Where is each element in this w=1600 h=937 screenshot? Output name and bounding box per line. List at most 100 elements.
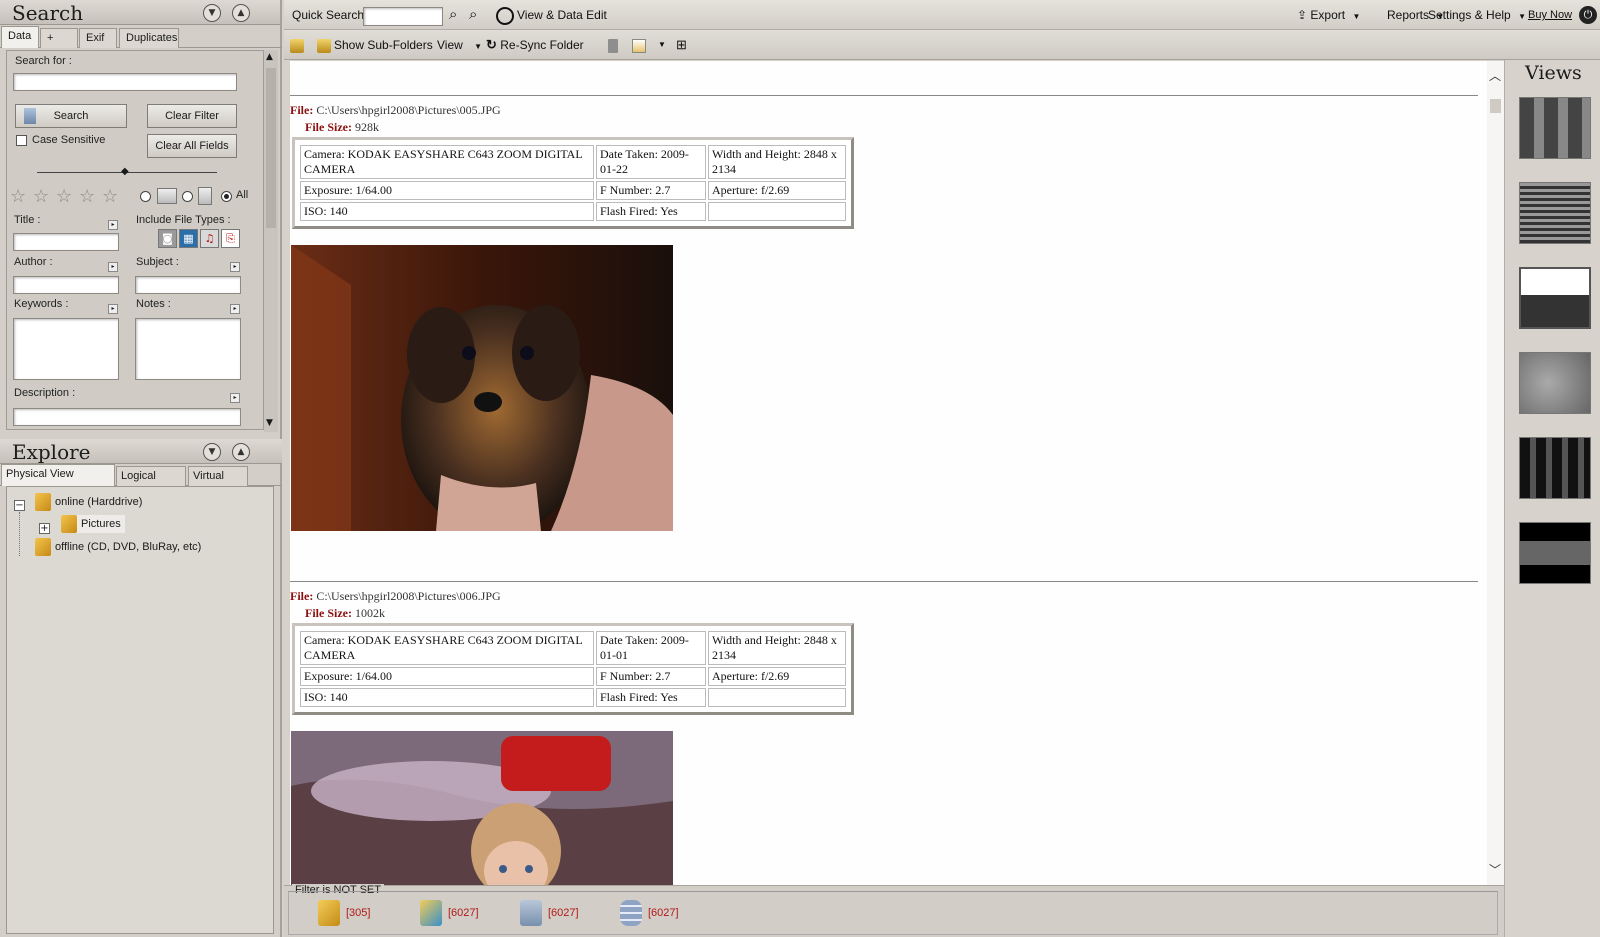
folder-count[interactable]: [305] [318,898,370,928]
settings-help-menu[interactable]: Settings & Help ▼ [1428,0,1526,32]
collapse-up-icon[interactable]: ▲ [232,443,250,461]
title-expand-icon[interactable]: ▸ [108,220,118,230]
notes-expand-icon[interactable]: ▸ [230,304,240,314]
file-size-line: File Size: 928k [305,120,379,135]
home-icon[interactable] [290,30,307,60]
description-expand-icon[interactable]: ▸ [230,393,240,403]
title-input[interactable] [13,233,119,251]
file-count[interactable]: [6027] [420,898,479,928]
author-expand-icon[interactable]: ▸ [108,262,118,272]
tree-node-offline[interactable]: offline (CD, DVD, BluRay, etc) [35,538,201,557]
view-thumbnail-grid[interactable] [1519,97,1591,159]
camera-cell: Camera: KODAK EASYSHARE C643 ZOOM DIGITA… [300,145,594,179]
subject-input[interactable] [135,276,241,294]
view-data-edit-button[interactable]: View & Data Edit [496,0,607,30]
tree-node-online[interactable]: online (Harddrive) [35,493,143,512]
filtered-count[interactable]: [6027] [520,898,579,928]
scroll-down-icon[interactable]: ▼ [266,418,273,428]
collapse-icon[interactable]: − [14,500,25,511]
slideshow-icon[interactable] [632,30,649,60]
view-menu[interactable]: View ▼ [437,30,482,62]
photo-thumbnail[interactable] [291,731,673,885]
search-scrollbar[interactable]: ▲ ▼ [264,50,278,432]
photo-thumbnail[interactable] [291,245,673,531]
export-menu[interactable]: ⇪ Export ▼ [1297,0,1360,32]
view-carousel[interactable] [1519,522,1591,584]
case-sensitive-checkbox[interactable] [16,135,27,146]
collapse-up-icon[interactable]: ▲ [232,4,250,22]
view-filmstrip[interactable] [1519,437,1591,499]
scroll-thumb[interactable] [1490,99,1501,113]
star-icon[interactable]: ☆ [79,186,95,207]
star-icon[interactable]: ☆ [33,186,49,207]
portrait-icon [198,187,212,205]
collapse-down-icon[interactable]: ▼ [203,443,221,461]
tab-plus[interactable]: + [40,28,78,48]
main-scrollbar[interactable]: ︿ ﹀ [1487,61,1504,885]
radio-all-label: All [236,189,249,201]
view-details-list[interactable] [1519,182,1591,244]
author-label: Author : [14,256,53,268]
pdf-filetype-icon[interactable]: ⎘ [221,229,240,248]
trash-icon[interactable] [608,30,621,60]
view-map[interactable] [1519,352,1591,414]
radio-portrait[interactable] [182,191,193,202]
show-subfolders-button[interactable]: Show Sub-Folders [317,30,433,60]
chevron-down-icon[interactable]: ▼ [658,30,666,60]
radio-all[interactable] [221,191,232,202]
author-input[interactable] [13,276,119,294]
keywords-label: Keywords : [14,298,69,310]
tab-exif[interactable]: Exif [79,28,117,48]
tab-data[interactable]: Data [1,26,39,48]
f-number-cell: F Number: 2.7 [596,667,706,686]
tab-duplicates[interactable]: Duplicates [119,28,179,48]
network-icon[interactable]: ⊞ [676,30,687,60]
view-record-detail[interactable] [1519,267,1591,329]
tree-node-pictures[interactable]: Pictures [61,515,125,534]
tab-virtual-set[interactable]: Virtual Set [188,466,248,500]
search-icon[interactable]: ⌕ [449,0,457,30]
export-label: Export [1310,8,1346,22]
scroll-down-icon[interactable]: ﹀ [1489,861,1501,878]
audio-filetype-icon[interactable]: ♫ [200,229,219,248]
keywords-expand-icon[interactable]: ▸ [108,304,118,314]
scroll-up-icon[interactable]: ︿ [1489,67,1501,84]
expand-icon[interactable]: + [39,523,50,534]
star-icon[interactable]: ☆ [56,186,72,207]
subject-expand-icon[interactable]: ▸ [230,262,240,272]
star-icon[interactable]: ☆ [10,186,26,207]
tab-logical-views[interactable]: Logical Views [116,466,186,500]
explore-panel-title: Explore [12,440,91,464]
radio-landscape[interactable] [140,191,151,202]
search-button[interactable]: Search [15,104,127,128]
quick-search-input[interactable] [363,7,443,26]
scroll-thumb[interactable] [266,68,276,228]
database-count[interactable]: [6027] [620,898,679,928]
camera-filetype-icon[interactable]: ◙ [158,229,177,248]
database-icon [620,900,642,927]
clear-filter-button[interactable]: Clear Filter [147,104,237,128]
video-filetype-icon[interactable]: ▦ [179,229,198,248]
power-icon[interactable]: ⏻ [1579,6,1597,24]
camera-cell: Camera: KODAK EASYSHARE C643 ZOOM DIGITA… [300,631,594,665]
keywords-textarea[interactable] [13,318,119,380]
slider-handle-icon[interactable]: ◆ [121,166,129,177]
search-input[interactable] [13,73,237,91]
star-icon[interactable]: ☆ [102,186,118,207]
file-size-label: File Size: [305,120,352,134]
description-label: Description : [14,387,76,399]
tab-physical-view[interactable]: Physical View (Folders) [1,464,115,498]
resync-label: Re-Sync Folder [500,38,584,52]
tree-node-label: Pictures [81,518,121,530]
scroll-up-icon[interactable]: ▲ [266,52,273,62]
search-panel-title: Search [12,1,84,25]
flash-cell: Flash Fired: Yes [596,688,706,707]
notes-textarea[interactable] [135,318,241,380]
zoom-search-icon[interactable]: ⌕ [469,0,477,30]
tree-node-label: online (Harddrive) [55,496,143,508]
resync-folder-button[interactable]: ↻ Re-Sync Folder [486,30,584,60]
clear-all-fields-button[interactable]: Clear All Fields [147,134,237,158]
collapse-down-icon[interactable]: ▼ [203,4,221,22]
buy-now-link[interactable]: Buy Now [1528,0,1572,30]
description-input[interactable] [13,408,241,426]
